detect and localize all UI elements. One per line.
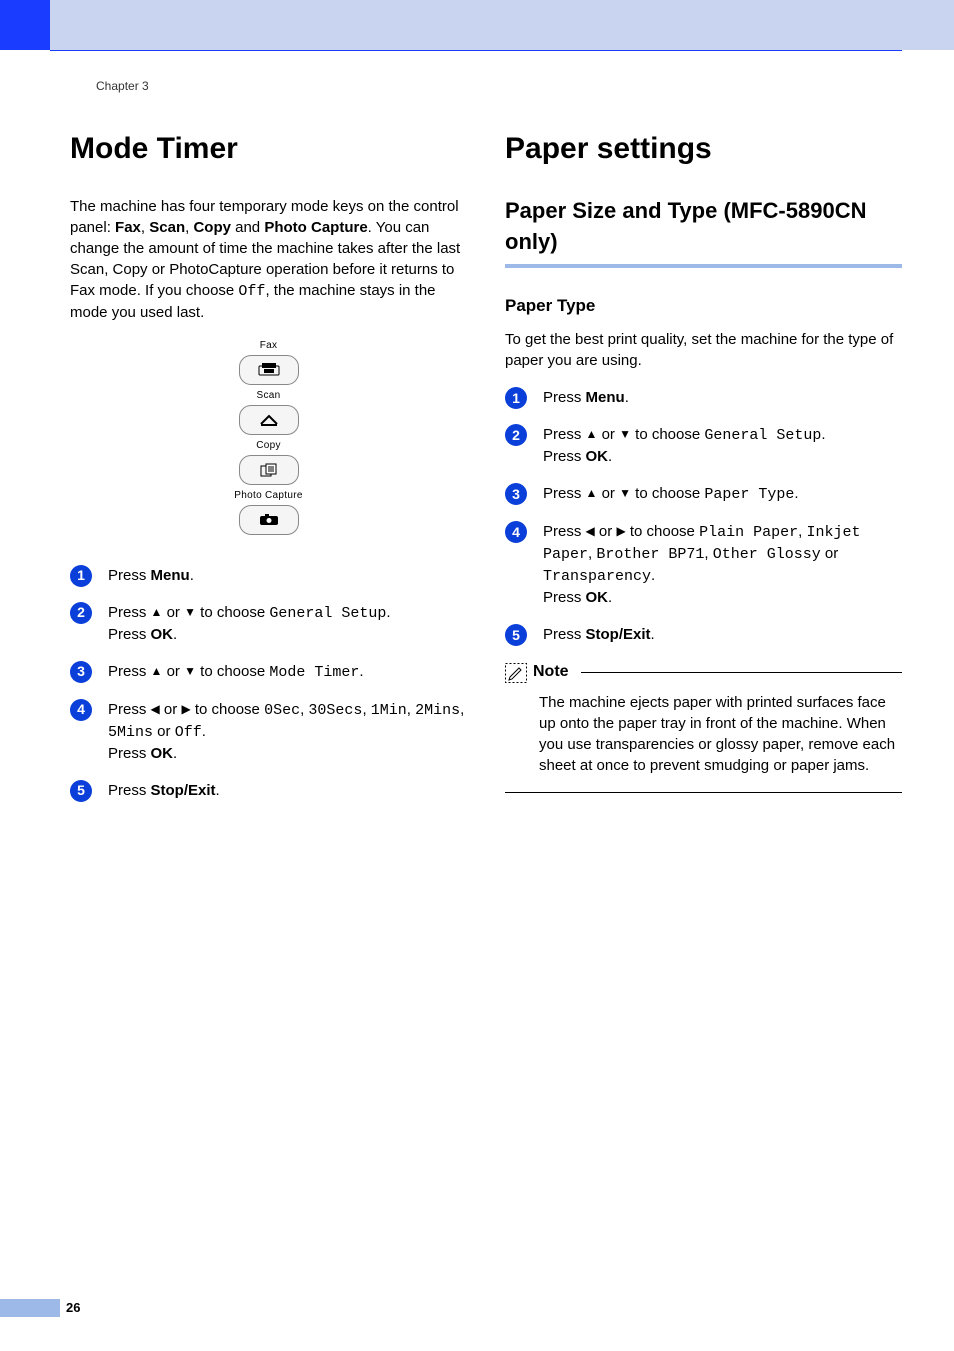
step-number-2: 2	[70, 602, 92, 624]
down-arrow-icon: ▼	[184, 605, 196, 619]
panel-copy-label: Copy	[199, 439, 339, 453]
content-columns: Mode Timer The machine has four temporar…	[70, 128, 902, 817]
right-arrow-icon: ▶	[616, 524, 625, 538]
step-3: 3 Press ▲ or ▼ to choose Paper Type.	[505, 483, 902, 505]
up-arrow-icon: ▲	[586, 486, 598, 500]
header-rule	[50, 50, 902, 51]
fax-icon	[258, 363, 280, 377]
chapter-label: Chapter 3	[96, 78, 149, 95]
right-column: Paper settings Paper Size and Type (MFC-…	[505, 128, 902, 817]
panel-scan-label: Scan	[199, 389, 339, 403]
step-number-5: 5	[505, 624, 527, 646]
note-block: Note The machine ejects paper with print…	[505, 661, 902, 792]
step-3: 3 Press ▲ or ▼ to choose Mode Timer.	[70, 661, 467, 683]
page-number: 26	[66, 1299, 80, 1317]
heading-mode-timer: Mode Timer	[70, 128, 467, 170]
step-2: 2 Press ▲ or ▼ to choose General Setup. …	[505, 424, 902, 467]
panel-photo-button	[239, 505, 299, 535]
copy-icon	[260, 463, 278, 477]
panel-copy-button	[239, 455, 299, 485]
panel-photo-label: Photo Capture	[199, 489, 339, 503]
control-panel-illustration: Fax Scan Copy Photo Capture	[199, 339, 339, 535]
right-arrow-icon: ▶	[181, 702, 190, 716]
camera-icon	[259, 514, 279, 526]
subheading-paper-size-type: Paper Size and Type (MFC-5890CN only)	[505, 196, 902, 258]
note-body: The machine ejects paper with printed su…	[505, 692, 902, 786]
step-1: 1 Press Menu.	[505, 387, 902, 408]
left-arrow-icon: ◀	[151, 702, 160, 716]
subhead-paper-type: Paper Type	[505, 294, 902, 318]
note-end-rule	[505, 792, 902, 793]
step-number-4: 4	[505, 521, 527, 543]
up-arrow-icon: ▲	[151, 605, 163, 619]
left-arrow-icon: ◀	[586, 524, 595, 538]
step-5: 5 Press Stop/Exit.	[70, 780, 467, 801]
step-number-2: 2	[505, 424, 527, 446]
up-arrow-icon: ▲	[151, 664, 163, 678]
step-number-4: 4	[70, 699, 92, 721]
subheading-underline	[505, 264, 902, 268]
step-5: 5 Press Stop/Exit.	[505, 624, 902, 645]
step-number-1: 1	[70, 565, 92, 587]
step-number-3: 3	[70, 661, 92, 683]
mode-timer-steps: 1 Press Menu. 2 Press ▲ or ▼ to choose G…	[70, 565, 467, 801]
note-title: Note	[533, 661, 569, 683]
panel-fax-label: Fax	[199, 339, 339, 353]
note-rule	[581, 672, 902, 673]
down-arrow-icon: ▼	[619, 427, 631, 441]
step-number-5: 5	[70, 780, 92, 802]
left-column: Mode Timer The machine has four temporar…	[70, 128, 467, 817]
paper-type-intro: To get the best print quality, set the m…	[505, 329, 902, 371]
down-arrow-icon: ▼	[184, 664, 196, 678]
step-4: 4 Press ◀ or ▶ to choose Plain Paper, In…	[505, 521, 902, 608]
step-1: 1 Press Menu.	[70, 565, 467, 586]
step-4: 4 Press ◀ or ▶ to choose 0Sec, 30Secs, 1…	[70, 699, 467, 764]
step-2: 2 Press ▲ or ▼ to choose General Setup. …	[70, 602, 467, 645]
heading-paper-settings: Paper settings	[505, 128, 902, 170]
footer-bar	[0, 1299, 60, 1317]
paper-type-steps: 1 Press Menu. 2 Press ▲ or ▼ to choose G…	[505, 387, 902, 645]
panel-scan-button	[239, 405, 299, 435]
up-arrow-icon: ▲	[586, 427, 598, 441]
header-light-bar	[50, 0, 954, 50]
pencil-note-icon	[505, 663, 527, 683]
step-number-1: 1	[505, 387, 527, 409]
scan-icon	[259, 413, 279, 427]
step-number-3: 3	[505, 483, 527, 505]
header-blue-block	[0, 0, 50, 50]
mode-timer-intro: The machine has four temporary mode keys…	[70, 196, 467, 323]
down-arrow-icon: ▼	[619, 486, 631, 500]
panel-fax-button	[239, 355, 299, 385]
